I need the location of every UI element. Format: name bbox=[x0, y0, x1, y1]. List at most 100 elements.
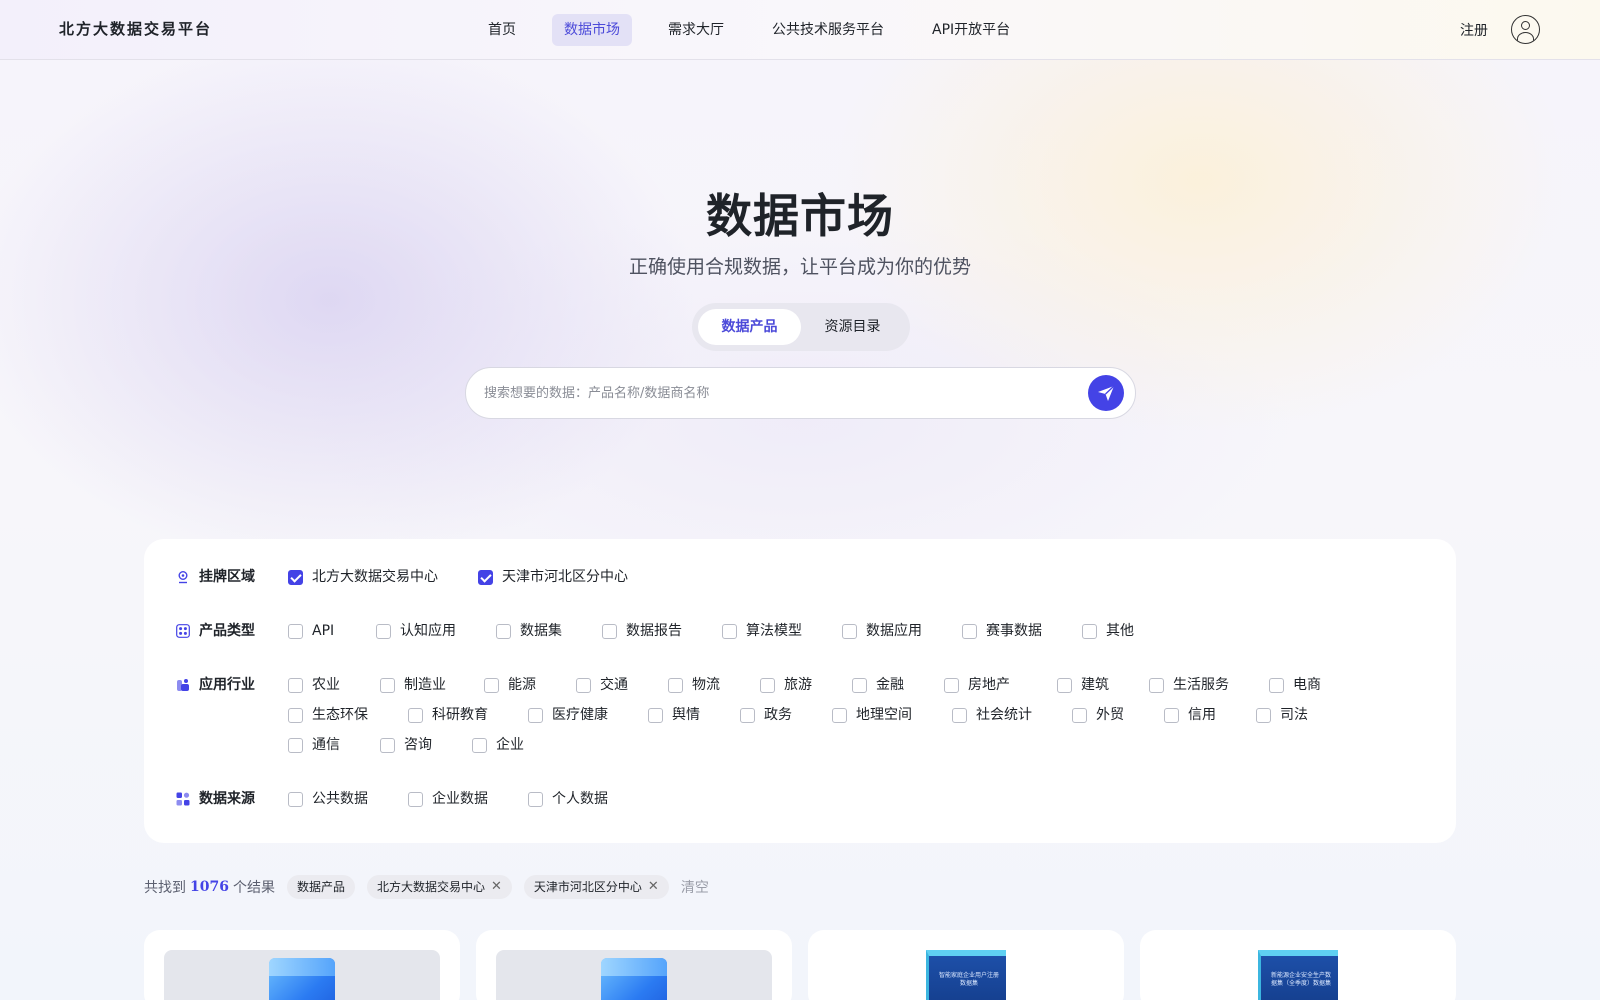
nav-demand-hall[interactable]: 需求大厅 bbox=[656, 14, 736, 46]
tab-resource-catalog[interactable]: 资源目录 bbox=[801, 309, 904, 345]
search-button[interactable] bbox=[1088, 375, 1124, 411]
product-type-option[interactable]: 数据集 bbox=[496, 621, 602, 641]
checkbox[interactable] bbox=[408, 707, 423, 723]
product-type-option[interactable]: 算法模型 bbox=[722, 621, 842, 641]
checkbox[interactable] bbox=[1164, 707, 1179, 723]
industry-option[interactable]: 制造业 bbox=[380, 675, 484, 695]
checkbox[interactable] bbox=[952, 707, 967, 723]
checkbox[interactable] bbox=[852, 677, 867, 693]
checkbox[interactable] bbox=[288, 737, 303, 753]
checkbox[interactable] bbox=[288, 707, 303, 723]
product-type-option[interactable]: 认知应用 bbox=[376, 621, 496, 641]
industry-option[interactable]: 舆情 bbox=[648, 705, 740, 725]
nav-public-tech-service[interactable]: 公共技术服务平台 bbox=[760, 14, 896, 46]
checkbox[interactable] bbox=[1149, 677, 1164, 693]
filter-label-product-type: 产品类型 bbox=[176, 621, 255, 641]
industry-option[interactable]: 建筑 bbox=[1057, 675, 1149, 695]
industry-option[interactable]: 农业 bbox=[288, 675, 380, 695]
checkbox[interactable] bbox=[528, 707, 543, 723]
page-subtitle: 正确使用合规数据，让平台成为你的优势 bbox=[628, 256, 971, 278]
industry-option[interactable]: 信用 bbox=[1164, 705, 1256, 725]
checkbox[interactable] bbox=[668, 677, 683, 693]
checkbox[interactable] bbox=[484, 677, 499, 693]
industry-option[interactable]: 旅游 bbox=[760, 675, 852, 695]
checkbox[interactable] bbox=[842, 623, 857, 639]
site-logo[interactable]: 北方大数据交易平台 bbox=[59, 18, 212, 39]
product-card[interactable] bbox=[144, 930, 460, 1000]
industry-option[interactable]: 金融 bbox=[852, 675, 944, 695]
industry-option[interactable]: 外贸 bbox=[1072, 705, 1164, 725]
checkbox-checked[interactable] bbox=[288, 569, 303, 585]
industry-option[interactable]: 房地产 bbox=[944, 675, 1057, 695]
clear-filters-button[interactable]: 清空 bbox=[681, 877, 709, 897]
checkbox[interactable] bbox=[602, 623, 617, 639]
industry-option[interactable]: 能源 bbox=[484, 675, 576, 695]
product-card[interactable] bbox=[476, 930, 792, 1000]
tab-data-products[interactable]: 数据产品 bbox=[698, 309, 801, 345]
checkbox[interactable] bbox=[528, 791, 543, 807]
location-pin-icon bbox=[178, 571, 188, 584]
industry-option[interactable]: 社会统计 bbox=[952, 705, 1072, 725]
source-option[interactable]: 个人数据 bbox=[528, 789, 648, 809]
checkbox[interactable] bbox=[288, 623, 303, 639]
checkbox[interactable] bbox=[408, 791, 423, 807]
checkbox[interactable] bbox=[648, 707, 663, 723]
checkbox-checked[interactable] bbox=[478, 569, 493, 585]
product-type-option[interactable]: 数据报告 bbox=[602, 621, 722, 641]
checkbox[interactable] bbox=[1057, 677, 1072, 693]
checkbox[interactable] bbox=[472, 737, 487, 753]
source-option[interactable]: 公共数据 bbox=[288, 789, 408, 809]
nav-api-platform[interactable]: API开放平台 bbox=[920, 14, 1022, 46]
checkbox[interactable] bbox=[380, 677, 395, 693]
checkbox[interactable] bbox=[380, 737, 395, 753]
industry-option[interactable]: 交通 bbox=[576, 675, 668, 695]
industry-option[interactable]: 咨询 bbox=[380, 735, 472, 755]
register-link[interactable]: 注册 bbox=[1460, 20, 1488, 40]
nav-data-market[interactable]: 数据市场 bbox=[552, 14, 632, 46]
industry-option[interactable]: 科研教育 bbox=[408, 705, 528, 725]
checkbox[interactable] bbox=[288, 677, 303, 693]
nav-home[interactable]: 首页 bbox=[476, 14, 528, 46]
industry-option[interactable]: 物流 bbox=[668, 675, 760, 695]
search-bar bbox=[465, 367, 1136, 419]
checkbox[interactable] bbox=[376, 623, 391, 639]
source-option[interactable]: 企业数据 bbox=[408, 789, 528, 809]
industry-option[interactable]: 政务 bbox=[740, 705, 832, 725]
checkbox[interactable] bbox=[832, 707, 847, 723]
checkbox[interactable] bbox=[1269, 677, 1284, 693]
checkbox[interactable] bbox=[288, 791, 303, 807]
checkbox[interactable] bbox=[1082, 623, 1097, 639]
product-card[interactable]: 新能源企业安全生产数据集（全季度）数据集 bbox=[1140, 930, 1456, 1000]
main-nav: 首页 数据市场 需求大厅 公共技术服务平台 API开放平台 bbox=[476, 14, 1046, 46]
checkbox[interactable] bbox=[740, 707, 755, 723]
checkbox[interactable] bbox=[760, 677, 775, 693]
industry-option[interactable]: 地理空间 bbox=[832, 705, 952, 725]
search-input[interactable] bbox=[484, 368, 1064, 418]
region-option[interactable]: 天津市河北区分中心 bbox=[478, 567, 628, 587]
product-type-option[interactable]: 赛事数据 bbox=[962, 621, 1082, 641]
product-type-option[interactable]: 数据应用 bbox=[842, 621, 962, 641]
close-icon[interactable]: ✕ bbox=[491, 875, 502, 899]
user-avatar-icon[interactable] bbox=[1511, 15, 1540, 44]
checkbox[interactable] bbox=[576, 677, 591, 693]
filter-panel: 挂牌区域 北方大数据交易中心 天津市河北区分中心 产品类型 API 认知应用 数… bbox=[144, 539, 1456, 843]
industry-option[interactable]: 医疗健康 bbox=[528, 705, 648, 725]
checkbox[interactable] bbox=[1072, 707, 1087, 723]
checkbox[interactable] bbox=[1256, 707, 1271, 723]
results-summary: 共找到 1076 个结果 数据产品 北方大数据交易中心 ✕ 天津市河北区分中心 ✕ … bbox=[144, 875, 709, 899]
industry-option[interactable]: 电商 bbox=[1269, 675, 1349, 695]
checkbox[interactable] bbox=[722, 623, 737, 639]
industry-option[interactable]: 生活服务 bbox=[1149, 675, 1269, 695]
checkbox[interactable] bbox=[962, 623, 977, 639]
product-type-option[interactable]: API bbox=[288, 621, 376, 641]
industry-option[interactable]: 生态环保 bbox=[288, 705, 408, 725]
industry-option[interactable]: 司法 bbox=[1256, 705, 1336, 725]
region-option[interactable]: 北方大数据交易中心 bbox=[288, 567, 438, 587]
product-card[interactable]: 智能家庭企业用户注册数据集 bbox=[808, 930, 1124, 1000]
industry-option[interactable]: 通信 bbox=[288, 735, 380, 755]
close-icon[interactable]: ✕ bbox=[648, 875, 659, 899]
checkbox[interactable] bbox=[496, 623, 511, 639]
product-type-option[interactable]: 其他 bbox=[1082, 621, 1162, 641]
checkbox[interactable] bbox=[944, 677, 959, 693]
industry-option[interactable]: 企业 bbox=[472, 735, 564, 755]
